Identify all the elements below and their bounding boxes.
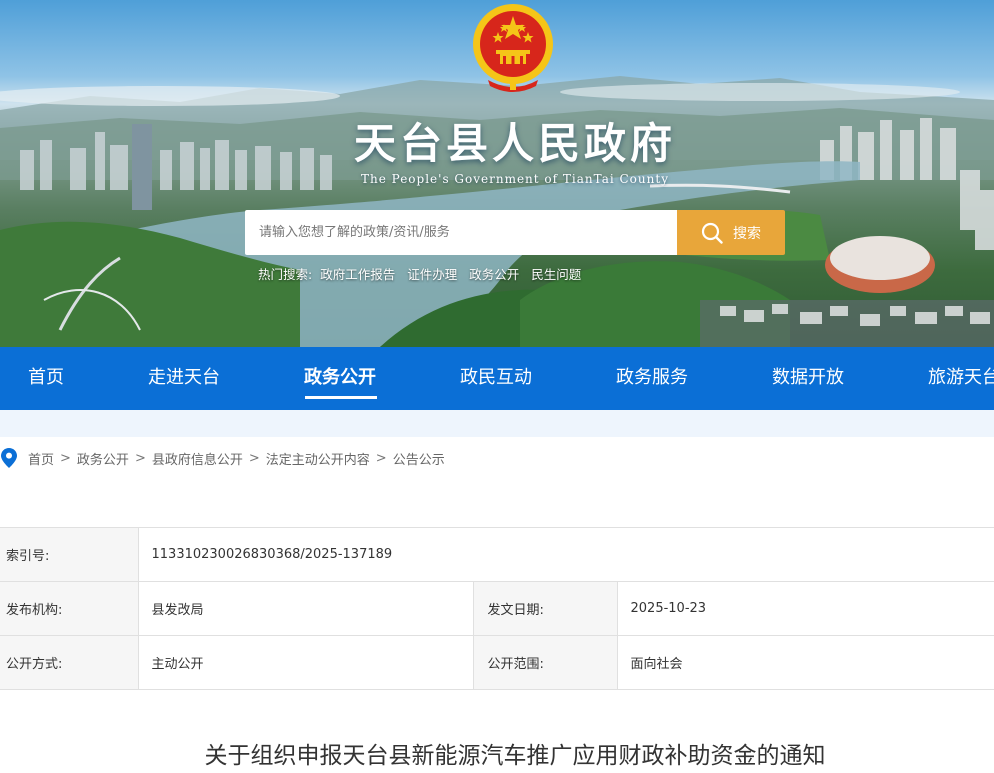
document-info-table: 索引号: 11331023002683036​8/2025-137189 发布机… [0,527,994,690]
date-label: 发文日期: [472,581,618,636]
breadcrumb-separator: > [60,450,71,466]
nav-item-home[interactable]: 首页 [28,347,64,410]
nav-item-tourism[interactable]: 旅游天台 [928,347,994,410]
breadcrumb-separator: > [248,450,260,466]
breadcrumb-item[interactable]: 公告公示 [393,449,445,468]
location-pin-icon [1,448,17,468]
search-input[interactable] [245,210,677,255]
divider-strip [0,410,994,437]
scope-value: 面向社会 [616,635,994,690]
site-title: 天台县人民政府 [353,119,676,168]
search-button[interactable]: 搜索 [677,210,785,255]
hot-search-label: 热门搜索: [258,267,313,282]
table-row: 索引号: 11331023002683036​8/2025-137189 [0,527,994,582]
table-row: 公开方式: 主动公开 公开范围: 面向社会 [0,635,994,690]
header-banner: 天台县人民政府 The People's Government of TianT… [0,0,994,347]
search-icon [701,222,723,244]
nav-item-interaction[interactable]: 政民互动 [460,347,532,410]
hot-search-item[interactable]: 政务公开 [469,267,519,282]
search-bar: 搜索 [245,210,785,255]
method-value: 主动公开 [137,635,474,690]
nav-item-about-tiantai[interactable]: 走进天台 [148,347,220,410]
breadcrumb-item[interactable]: 首页 [28,449,54,468]
document-title: 关于组织申报天台县新能源汽车推广应用财政补助资金的通知 [204,743,826,769]
breadcrumb-item[interactable]: 法定主动公开内容 [266,449,370,468]
breadcrumb-separator: > [375,450,387,466]
scope-label: 公开范围: [472,635,618,690]
nav-item-open-data[interactable]: 数据开放 [772,347,844,410]
hot-search-item[interactable]: 证件办理 [407,267,457,282]
date-value: 2025-10-23 [616,581,994,636]
publisher-label: 发布机构: [0,581,139,636]
nav-item-gov-affairs-open[interactable]: 政务公开 [304,347,376,410]
hot-search: 热门搜索: 政府工作报告 证件办理 政务公开 民生问题 [258,264,589,283]
publisher-value: 县发改局 [137,581,474,636]
search-button-label: 搜索 [733,225,761,242]
breadcrumb-item[interactable]: 政务公开 [77,449,129,468]
hot-search-item[interactable]: 民生问题 [531,267,581,282]
index-label: 索引号: [0,527,139,582]
hot-search-item[interactable]: 政府工作报告 [320,267,395,282]
national-emblem-icon [473,4,553,92]
breadcrumb-separator: > [134,450,146,466]
main-nav: 首页 走进天台 政务公开 政民互动 政务服务 数据开放 旅游天台 [0,347,994,410]
breadcrumb-item[interactable]: 县政府信息公开 [152,449,243,468]
site-subtitle: The People's Government of TianTai Count… [361,172,669,186]
nav-item-gov-services[interactable]: 政务服务 [616,347,688,410]
breadcrumb: 首页 > 政务公开 > 县政府信息公开 > 法定主动公开内容 > 公告公示 [0,447,445,469]
table-row: 发布机构: 县发改局 发文日期: 2025-10-23 [0,581,994,636]
index-value: 11331023002683036​8/2025-137189 [137,527,994,582]
nav-active-indicator [305,396,377,399]
method-label: 公开方式: [0,635,139,690]
